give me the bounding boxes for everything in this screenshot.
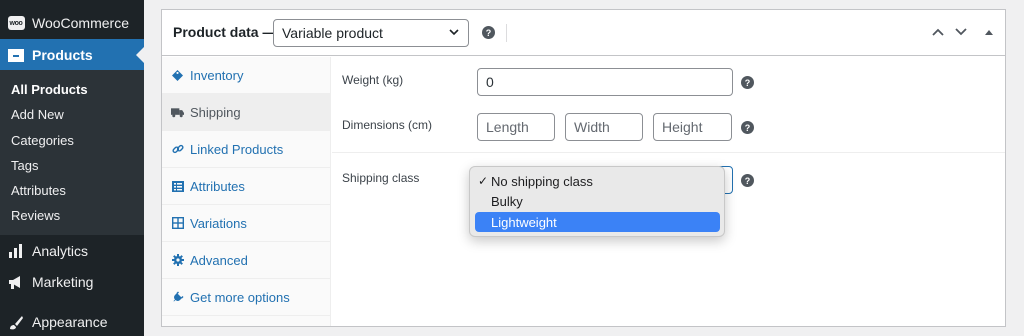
dimensions-help-icon[interactable]: ? [741, 121, 754, 134]
link-icon [162, 143, 190, 155]
products-submenu: All Products Add New Categories Tags Att… [0, 70, 144, 235]
tab-get-more-options-label: Get more options [190, 289, 290, 305]
active-menu-arrow [136, 46, 144, 63]
checkmark-icon: ✓ [477, 174, 489, 188]
tab-shipping[interactable]: Shipping [162, 94, 331, 131]
plug-icon [162, 291, 190, 303]
width-input[interactable] [565, 113, 643, 141]
tab-shipping-label: Shipping [190, 104, 241, 120]
header-separator [506, 24, 507, 42]
submenu-attributes[interactable]: Attributes [11, 183, 66, 198]
submenu-tags[interactable]: Tags [11, 158, 38, 173]
tab-inventory-label: Inventory [190, 67, 244, 83]
menu-marketing-label: Marketing [32, 274, 94, 290]
shipping-class-help-icon[interactable]: ? [741, 174, 754, 187]
dimensions-label: Dimensions (cm) [342, 118, 433, 132]
tab-attributes-label: Attributes [190, 178, 245, 194]
menu-analytics-label: Analytics [32, 243, 89, 259]
tab-variations-label: Variations [190, 215, 247, 231]
option-label: Bulky [491, 193, 523, 209]
help-icon[interactable]: ? [482, 26, 495, 39]
tab-variations[interactable]: Variations [162, 205, 331, 242]
submenu-reviews[interactable]: Reviews [11, 208, 60, 223]
tab-get-more-options[interactable]: Get more options [162, 279, 331, 316]
product-data-title: Product data — [173, 24, 277, 40]
metabox-header: Product data — Variable product ? [162, 10, 1005, 56]
truck-icon [162, 107, 190, 118]
option-no-shipping-class[interactable]: ✓ No shipping class [475, 171, 720, 191]
woocommerce-icon: woo [0, 16, 32, 30]
megaphone-icon [0, 275, 32, 290]
submenu-all-products[interactable]: All Products [11, 82, 88, 97]
menu-woocommerce[interactable]: woo WooCommerce [0, 8, 144, 38]
menu-marketing[interactable]: Marketing [0, 267, 144, 297]
section-divider [332, 152, 1005, 153]
move-down-icon[interactable] [952, 23, 970, 41]
tab-linked-products[interactable]: Linked Products [162, 131, 331, 168]
grid-icon [162, 217, 190, 229]
product-type-value: Variable product [282, 25, 383, 41]
product-type-select[interactable]: Variable product [273, 19, 469, 47]
submenu-categories[interactable]: Categories [11, 133, 74, 148]
option-bulky[interactable]: Bulky [475, 191, 720, 211]
tab-attributes[interactable]: Attributes [162, 168, 331, 205]
chevron-down-icon [448, 25, 460, 41]
option-lightweight[interactable]: Lightweight [475, 212, 720, 232]
tab-advanced-label: Advanced [190, 252, 248, 268]
option-label: No shipping class [491, 173, 593, 189]
menu-appearance-label: Appearance [32, 314, 108, 330]
option-label: Lightweight [491, 214, 557, 230]
height-input[interactable] [653, 113, 732, 141]
weight-input[interactable] [477, 68, 733, 96]
menu-analytics[interactable]: Analytics [0, 236, 144, 266]
products-icon [0, 48, 32, 62]
tag-icon [162, 69, 190, 81]
admin-sidebar: woo WooCommerce Products All Products Ad… [0, 0, 144, 336]
tab-inventory[interactable]: Inventory [162, 57, 331, 94]
menu-products[interactable]: Products [0, 39, 144, 70]
gear-icon [162, 254, 190, 266]
menu-woocommerce-label: WooCommerce [32, 15, 129, 31]
tab-linked-products-label: Linked Products [190, 141, 284, 157]
paintbrush-icon [0, 315, 32, 330]
collapse-toggle-icon[interactable] [980, 23, 998, 41]
list-icon [162, 180, 190, 192]
shipping-class-label: Shipping class [342, 171, 420, 185]
tab-advanced[interactable]: Advanced [162, 242, 331, 279]
length-input[interactable] [477, 113, 555, 141]
menu-appearance[interactable]: Appearance [0, 307, 144, 336]
menu-products-label: Products [32, 46, 93, 63]
move-up-icon[interactable] [929, 23, 947, 41]
shipping-class-dropdown: ✓ No shipping class Bulky Lightweight [469, 166, 725, 237]
bar-chart-icon [0, 244, 32, 258]
weight-help-icon[interactable]: ? [741, 76, 754, 89]
weight-label: Weight (kg) [342, 73, 404, 87]
product-data-tabs: Inventory Shipping Linked Products Attri… [162, 57, 331, 326]
submenu-add-new[interactable]: Add New [11, 107, 64, 122]
